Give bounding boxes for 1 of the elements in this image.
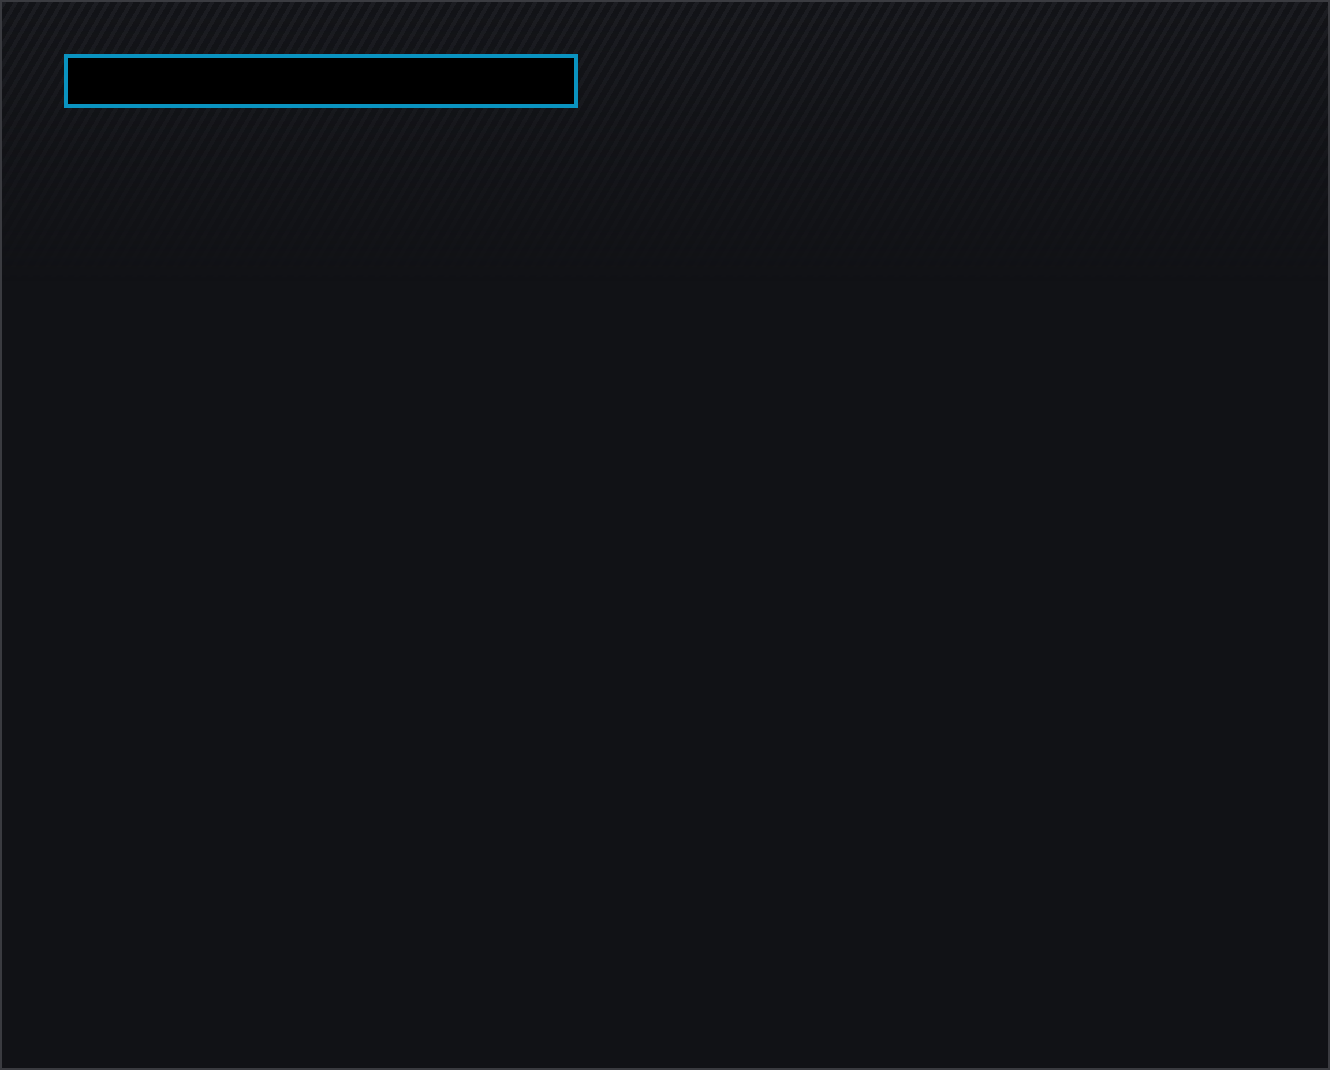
input-field[interactable] <box>64 54 578 108</box>
